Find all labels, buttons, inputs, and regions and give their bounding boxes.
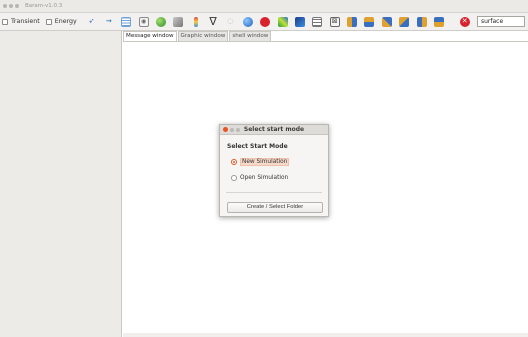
tab-graphic-window[interactable]: Graphic window (177, 31, 229, 41)
dialog-heading: Select Start Mode (227, 143, 288, 150)
contour-icon[interactable] (277, 16, 288, 27)
content-footer (123, 333, 528, 337)
colorbar-icon[interactable] (193, 16, 198, 27)
energy-checkbox-box[interactable] (45, 18, 52, 25)
tab-shell-window[interactable]: shell window (229, 31, 272, 41)
globe-icon[interactable] (242, 16, 253, 27)
window-maximize-button[interactable] (15, 4, 19, 8)
vector-icon[interactable]: ➶ (86, 17, 96, 27)
slice-xz-icon[interactable] (416, 16, 427, 27)
cube-icon[interactable] (173, 16, 184, 27)
tab-message-window[interactable]: Message window (123, 31, 177, 41)
window-close-button[interactable] (3, 4, 7, 8)
dialog-title: Select start mode (243, 126, 305, 133)
probe-icon[interactable]: ⊠ (329, 16, 340, 27)
new-simulation-label: New Simulation (240, 158, 290, 166)
mesh-grid-icon[interactable] (121, 16, 132, 27)
new-simulation-option[interactable]: New Simulation (231, 158, 290, 166)
streamline-icon[interactable]: ⇝ (104, 17, 114, 27)
surface-search-input[interactable] (477, 16, 525, 27)
energy-label: Energy (54, 18, 77, 25)
slice-x-icon[interactable] (347, 16, 358, 27)
main-toolbar: Transient Energy ➶ ⇝ ◉ ∇ ◌ ⊠ ✕ (0, 13, 528, 31)
slice-yz-icon[interactable] (433, 16, 444, 27)
transient-checkbox[interactable]: Transient (2, 18, 40, 25)
window-minimize-button[interactable] (9, 4, 13, 8)
transient-label: Transient (11, 18, 40, 25)
create-select-folder-button[interactable]: Create / Select Folder (227, 202, 323, 213)
funnel-icon[interactable]: ∇ (208, 16, 218, 27)
open-simulation-label: Open Simulation (240, 175, 289, 181)
select-start-mode-dialog: Select start mode Select Start Mode New … (219, 124, 329, 217)
open-simulation-option[interactable]: Open Simulation (231, 175, 288, 181)
open-simulation-radio[interactable] (231, 175, 237, 181)
dialog-titlebar: Select start mode (220, 125, 328, 135)
camera-icon[interactable]: ◉ (138, 16, 149, 27)
window-title: Baram-v1.0.3 (25, 3, 63, 9)
clip-icon[interactable]: ◌ (225, 17, 235, 27)
tab-bar: Message window Graphic window shell wind… (123, 31, 272, 41)
new-simulation-radio[interactable] (231, 159, 237, 165)
energy-checkbox[interactable]: Energy (45, 18, 77, 25)
dialog-divider (226, 192, 322, 193)
stop-icon[interactable] (260, 16, 271, 27)
table-icon[interactable] (312, 16, 323, 27)
left-panel (0, 31, 122, 337)
surface-icon[interactable] (294, 16, 305, 27)
transient-checkbox-box[interactable] (2, 18, 8, 25)
slice-z-icon[interactable] (381, 16, 392, 27)
sphere-icon[interactable] (155, 16, 166, 27)
close-circle-icon[interactable]: ✕ (459, 16, 470, 27)
slice-y-icon[interactable] (364, 16, 375, 27)
slice-xy-icon[interactable] (399, 16, 410, 27)
app-titlebar: Baram-v1.0.3 (0, 0, 528, 13)
